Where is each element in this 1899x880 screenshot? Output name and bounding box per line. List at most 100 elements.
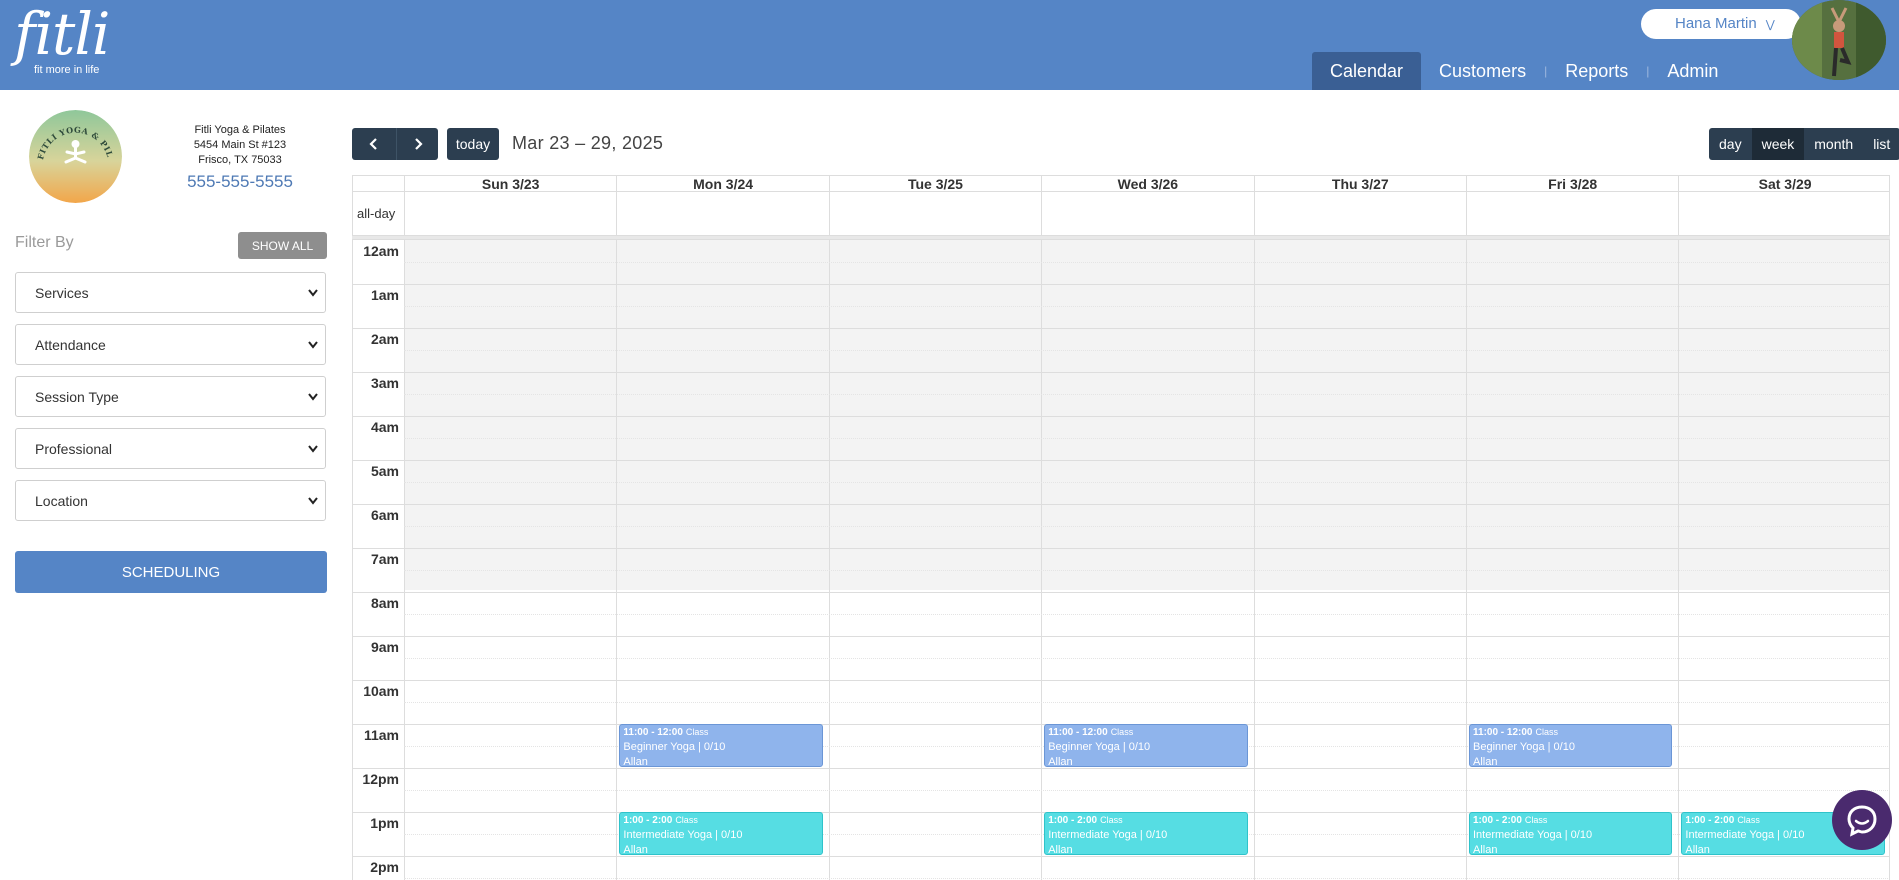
half-hour-line [404,570,1889,571]
select-label: Location [35,492,88,509]
event-title: Beginner Yoga | 0/10 [1473,741,1575,753]
half-hour-line [404,394,1889,395]
nav-customers[interactable]: Customers [1421,52,1544,90]
select-label: Services [35,284,89,301]
half-hour-line [404,262,1889,263]
event-instructor: Allan [1473,756,1498,767]
all-day-label: all-day [357,206,396,221]
hour-label: 6am [370,507,399,523]
calendar-event[interactable]: 1:00 - 2:00 Class Intermediate Yoga | 0/10… [1044,812,1248,855]
off-hours-shade [404,240,1889,590]
chevron-down-icon: ⋁ [1765,19,1775,31]
hour-line [353,768,1889,769]
day-header[interactable]: Sat 3/29 [1678,176,1890,193]
user-menu-button[interactable]: Hana Martin ⋁ [1641,9,1801,39]
chevron-down-icon [308,341,318,349]
day-column-line [1466,240,1467,880]
calendar-event[interactable]: 1:00 - 2:00 Class Intermediate Yoga | 0/10… [619,812,823,855]
filter-label: Filter By [15,234,74,251]
hour-label: 10am [363,683,399,699]
day-column-line [1678,240,1680,880]
hour-label: 12am [363,243,399,259]
event-type: Class [685,727,709,737]
event-time: 1:00 - 2:00 [1685,815,1735,826]
day-header[interactable]: Sun 3/23 [404,176,616,193]
select-label: Session Type [35,388,119,405]
event-type: Class [675,815,698,825]
hour-label: 5am [370,463,399,479]
day-column-line [1253,240,1255,880]
event-title: Intermediate Yoga | 0/10 [1473,829,1593,841]
event-time: 11:00 - 12:00 [1048,727,1108,738]
hour-line [353,416,1889,417]
business-phone[interactable]: 555-555-5555 [160,172,320,192]
event-type: Class [1524,815,1548,825]
calendar-event[interactable]: 1:00 - 2:00 Class Intermediate Yoga | 0/10… [1469,812,1673,855]
event-type: Class [1737,815,1760,825]
attendance-select[interactable]: Attendance [15,324,326,365]
day-header[interactable]: Fri 3/28 [1466,176,1678,193]
hour-line [353,284,1889,285]
day-header[interactable]: Wed 3/26 [1041,176,1253,193]
logo-tagline: fit more in life [34,64,100,76]
all-day-cell[interactable] [1466,192,1678,235]
view-month-button[interactable]: month [1804,128,1864,160]
calendar-event[interactable]: 11:00 - 12:00 Class Beginner Yoga | 0/10 Al… [1044,724,1248,767]
view-day-button[interactable]: day [1709,128,1752,160]
location-select[interactable]: Location [15,480,326,521]
day-column-line [404,240,405,880]
chevron-down-icon [308,497,318,505]
all-day-cell[interactable] [828,192,1041,235]
hour-label: 4am [370,419,399,435]
hour-label: 9am [370,639,399,655]
today-button[interactable]: today [447,128,499,160]
view-list-button[interactable]: list [1863,128,1899,160]
event-type: Class [1110,727,1134,737]
hour-label: 12pm [362,771,399,787]
view-week-button[interactable]: week [1751,128,1805,160]
scheduling-button[interactable]: SCHEDULING [15,551,327,593]
half-hour-line [404,306,1889,307]
event-instructor: Allan [1048,756,1073,767]
calendar-event[interactable]: 11:00 - 12:00 Class Beginner Yoga | 0/10 Al… [1469,724,1673,767]
half-hour-line [404,878,1889,879]
all-day-cell[interactable] [1253,192,1466,235]
all-day-cell[interactable] [1678,192,1890,235]
half-hour-line [404,702,1889,703]
hour-line [353,372,1889,373]
week-calendar: Sun 3/23 Mon 3/24 Tue 3/25 Wed 3/26 Thu 3/27… [352,175,1890,880]
calendar-event[interactable]: 11:00 - 12:00 Class Beginner Yoga | 0/10 Al… [619,724,823,767]
hour-line [353,460,1889,461]
nav-admin[interactable]: Admin [1649,52,1736,90]
time-grid[interactable]: 12am 1am 2am 3am 4am 5am 6am 7am 8am 9am 10am 11am 1… [352,240,1890,880]
day-header[interactable]: Thu 3/27 [1253,176,1466,193]
prev-week-button[interactable] [352,128,396,160]
chat-button[interactable] [1832,790,1892,850]
nav-calendar[interactable]: Calendar [1312,52,1422,90]
all-day-cell[interactable] [616,192,828,235]
nav-reports[interactable]: Reports [1547,52,1646,90]
day-header[interactable]: Mon 3/24 [616,176,828,193]
hour-line [353,680,1889,681]
select-label: Attendance [35,336,106,353]
event-title: Intermediate Yoga | 0/10 [623,829,743,841]
next-week-button[interactable] [396,128,438,160]
hour-label: 1pm [370,815,399,831]
show-all-button[interactable]: SHOW ALL [238,232,327,259]
event-instructor: Allan [1048,844,1073,855]
chevron-down-icon [308,445,318,453]
day-header[interactable]: Tue 3/25 [828,176,1041,193]
all-day-row: all-day [352,192,1890,236]
all-day-cell[interactable] [404,192,616,235]
hour-label: 3am [370,375,399,391]
professional-select[interactable]: Professional [15,428,326,469]
all-day-cell[interactable] [1041,192,1253,235]
avatar[interactable] [1792,0,1886,80]
event-time: 1:00 - 2:00 [1048,815,1098,826]
event-time: 1:00 - 2:00 [623,815,673,826]
half-hour-line [404,438,1889,439]
services-select[interactable]: Services [15,272,326,313]
session-type-select[interactable]: Session Type [15,376,326,417]
date-range-title: Mar 23 – 29, 2025 [512,133,664,153]
fitli-logo[interactable]: fitli fit more in life [14,4,110,76]
